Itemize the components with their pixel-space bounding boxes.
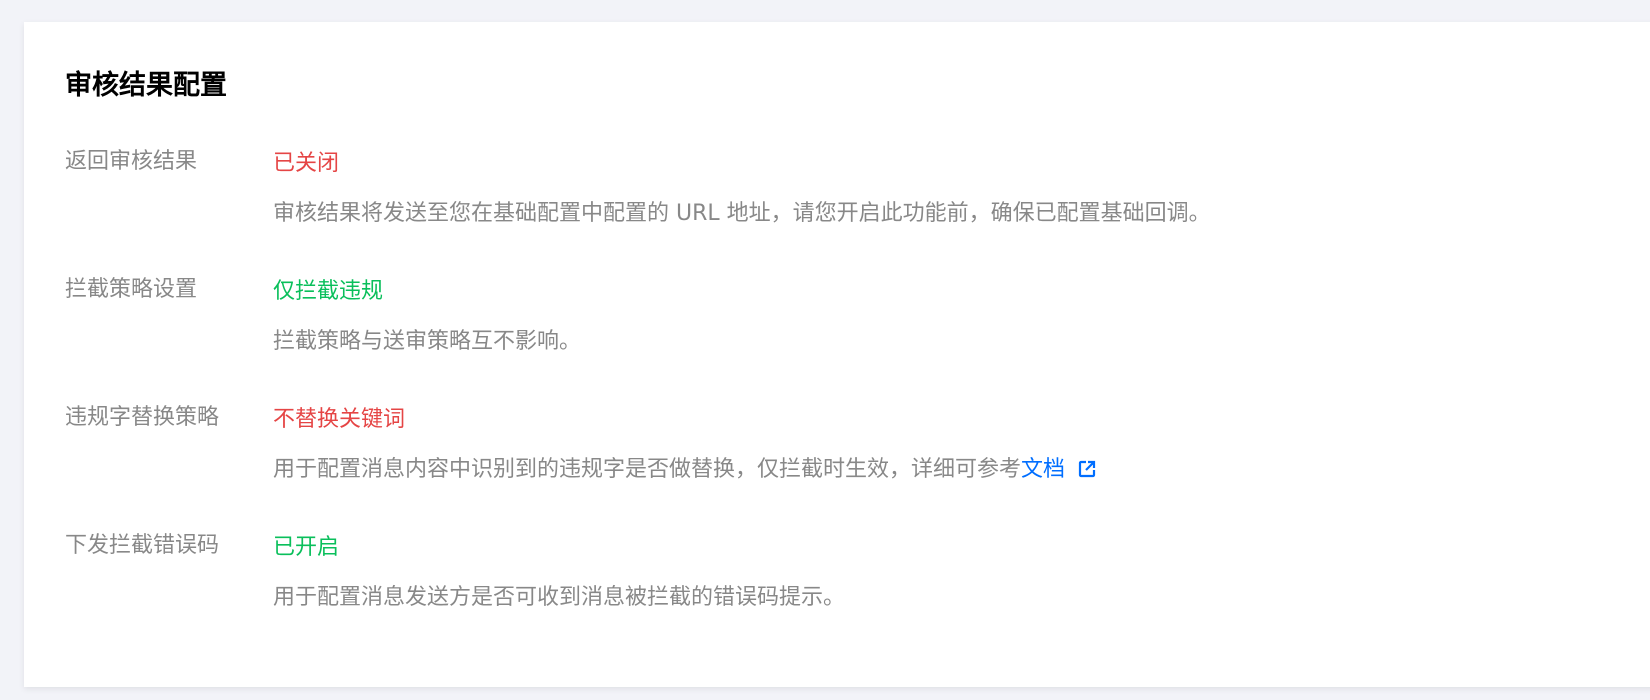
- setting-description: 拦截策略与送审策略互不影响。: [273, 329, 582, 354]
- setting-label: 拦截策略设置: [65, 277, 198, 302]
- setting-row-error-code: 下发拦截错误码 已开启 用于配置消息发送方是否可收到消息被拦截的错误码提示。: [24, 531, 1424, 641]
- setting-label: 违规字替换策略: [65, 405, 220, 430]
- setting-description-wrapper: 用于配置消息内容中识别到的违规字是否做替换，仅拦截时生效，详细可参考文档: [273, 455, 1097, 485]
- setting-row-intercept-strategy: 拦截策略设置 仅拦截违规 拦截策略与送审策略互不影响。: [24, 275, 1424, 385]
- setting-status-value: 已关闭: [273, 151, 340, 176]
- setting-row-replace-strategy: 违规字替换策略 不替换关键词 用于配置消息内容中识别到的违规字是否做替换，仅拦截…: [24, 403, 1424, 513]
- setting-status-value: 已开启: [273, 535, 340, 560]
- setting-status-value: 不替换关键词: [273, 407, 406, 432]
- review-result-config-card: 审核结果配置 返回审核结果 已关闭 审核结果将发送至您在基础配置中配置的 URL…: [24, 22, 1650, 687]
- setting-label: 下发拦截错误码: [65, 533, 220, 558]
- card-title: 审核结果配置: [65, 70, 227, 101]
- doc-link[interactable]: 文档: [1021, 457, 1097, 482]
- external-link-icon: [1078, 460, 1096, 478]
- setting-description: 审核结果将发送至您在基础配置中配置的 URL 地址，请您开启此功能前，确保已配置…: [273, 201, 1211, 226]
- setting-label: 返回审核结果: [65, 149, 198, 174]
- setting-description: 用于配置消息内容中识别到的违规字是否做替换，仅拦截时生效，详细可参考: [273, 457, 1022, 482]
- setting-row-return-result: 返回审核结果 已关闭 审核结果将发送至您在基础配置中配置的 URL 地址，请您开…: [24, 147, 1424, 257]
- setting-status-value: 仅拦截违规: [273, 279, 384, 304]
- setting-description: 用于配置消息发送方是否可收到消息被拦截的错误码提示。: [273, 585, 846, 610]
- doc-link-text: 文档: [1021, 457, 1066, 482]
